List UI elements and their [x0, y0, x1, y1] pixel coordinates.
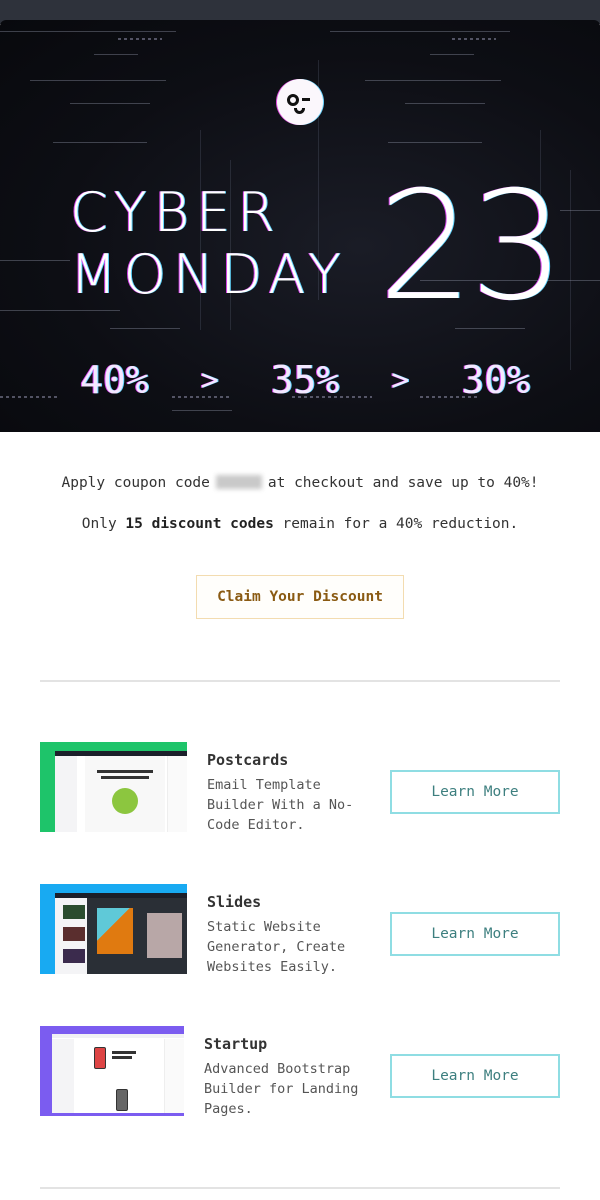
- hero-title: CYBER MONDAY 23: [70, 172, 565, 322]
- product-name: Postcards: [207, 751, 289, 769]
- learn-more-button[interactable]: Learn More: [390, 912, 560, 956]
- tier-3: 30%: [461, 358, 530, 402]
- title-year: 23: [378, 160, 565, 334]
- learn-more-button[interactable]: Learn More: [390, 1054, 560, 1098]
- title-line-monday: MONDAY: [70, 243, 348, 306]
- product-slides: Slides Static Website Generator, Create …: [40, 884, 560, 975]
- product-thumbnail[interactable]: [40, 742, 187, 832]
- product-thumbnail[interactable]: [40, 1026, 184, 1116]
- remaining-codes-line: Only 15 discount codes remain for a 40% …: [0, 511, 600, 537]
- divider: [40, 1187, 560, 1189]
- chevron-right-icon: >: [391, 362, 410, 398]
- promo-text: Apply coupon code at checkout and save up…: [0, 470, 600, 537]
- remaining-suffix: remain for a 40% reduction.: [282, 516, 519, 532]
- product-description: Advanced Bootstrap Builder for Landing P…: [204, 1061, 359, 1117]
- tier-1: 40%: [80, 358, 149, 402]
- divider: [40, 680, 560, 682]
- remaining-count: 15 discount codes: [125, 516, 274, 532]
- coupon-code-redacted: [215, 475, 262, 489]
- tier-2: 35%: [270, 358, 340, 402]
- claim-discount-button[interactable]: Claim Your Discount: [196, 575, 404, 619]
- title-line-cyber: CYBER: [70, 181, 282, 244]
- discount-tiers: 40% > 35% > 30%: [80, 355, 530, 405]
- coupon-line-prefix: Apply coupon code: [61, 475, 210, 491]
- product-description: Static Website Generator, Create Website…: [207, 919, 346, 975]
- logo-icon: [277, 79, 323, 125]
- product-description: Email Template Builder With a No-Code Ed…: [207, 777, 354, 833]
- product-postcards: Postcards Email Template Builder With a …: [40, 742, 560, 833]
- hero-banner: CYBER MONDAY 23 40% > 35% > 30%: [0, 20, 600, 432]
- product-name: Startup: [204, 1035, 268, 1053]
- product-startup: Startup Advanced Bootstrap Builder for L…: [40, 1026, 560, 1117]
- remaining-prefix: Only: [81, 516, 117, 532]
- product-thumbnail[interactable]: [40, 884, 187, 974]
- product-name: Slides: [207, 893, 262, 911]
- learn-more-button[interactable]: Learn More: [390, 770, 560, 814]
- coupon-line: Apply coupon code at checkout and save up…: [0, 470, 600, 496]
- coupon-line-suffix: at checkout and save up to 40%!: [267, 475, 539, 491]
- chevron-right-icon: >: [200, 362, 219, 398]
